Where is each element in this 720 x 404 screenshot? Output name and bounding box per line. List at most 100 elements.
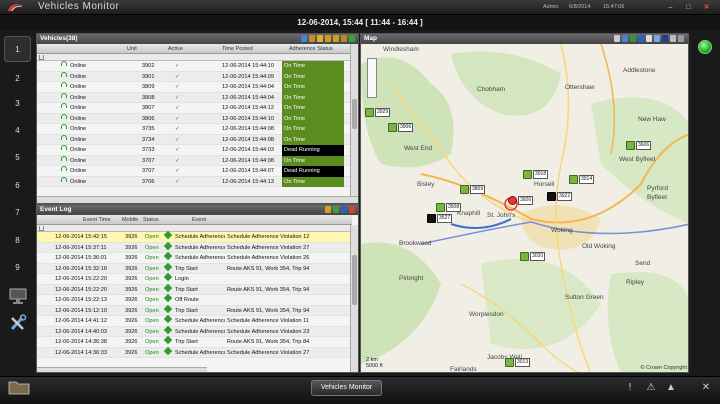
event-row[interactable]: 12-06-2014 14:36:33 3926 Open Schedule Adhe…	[37, 346, 352, 358]
event-time: 12-06-2014 15:42:15	[55, 234, 107, 240]
event-filter-row[interactable]	[37, 225, 352, 232]
map-route-icon[interactable]	[630, 35, 636, 42]
vehicle-row[interactable]: Online 3902 ✓ 12-06-2014 15:44:10 On Time	[37, 61, 352, 72]
event-row[interactable]: 12-06-2014 15:42:15 3926 Open Schedule Adhe…	[37, 230, 352, 243]
event-row[interactable]: 12-06-2014 15:22:20 3926 Open Login	[37, 272, 352, 285]
event-horizontal-scrollbar[interactable]	[37, 367, 207, 372]
map-center-icon[interactable]	[662, 35, 668, 42]
close-button[interactable]: ✕	[702, 3, 711, 12]
event-row[interactable]: 12-06-2014 14:41:12 3926 Open Schedule Adhe…	[37, 314, 352, 327]
settings-tools-icon[interactable]: ✕	[700, 381, 712, 394]
monitor-icon[interactable]	[8, 287, 28, 305]
vehicle-row[interactable]: Online 3807 ✓ 12-06-2014 15:44:12 On Time	[37, 103, 352, 114]
vehicle-row[interactable]: Online 3808 ✓ 12-06-2014 15:44:04 On Time	[37, 92, 352, 103]
event-row[interactable]: 12-06-2014 15:22:13 3926 Open Off Route	[37, 293, 352, 306]
vehicles-horizontal-scrollbar[interactable]	[37, 196, 358, 203]
event-log-scrollbar[interactable]	[350, 225, 358, 372]
map-zoom-control[interactable]	[367, 58, 377, 98]
event-mobile: 3926	[125, 244, 138, 251]
filter-funnel-icon[interactable]	[39, 55, 44, 60]
vehicle-row[interactable]: Online 3707 ✓ 12-06-2014 15:44:07 Dead Runni…	[37, 166, 352, 177]
event-time: 12-06-2014 15:32:18	[55, 265, 107, 272]
vehicle-time-posted: 12-06-2014 15:44:04	[222, 84, 274, 90]
workspace-5-button[interactable]: 5	[0, 145, 35, 171]
column-active[interactable]: Active	[168, 44, 183, 54]
column-status[interactable]: Status	[143, 215, 159, 225]
event-mobile: 3926	[125, 297, 138, 303]
vehicle-row[interactable]: Online 3809 ✓ 12-06-2014 15:44:04 On Time	[37, 82, 352, 93]
event-detail: Route AKS 91, Work 354, Trip 94	[227, 265, 310, 272]
tools-icon[interactable]	[8, 314, 28, 332]
vehicles-monitor-task-button[interactable]: Vehicles Monitor	[311, 380, 382, 396]
column-event[interactable]: Event	[192, 215, 206, 225]
sort-icon[interactable]	[309, 35, 315, 42]
filter-icon[interactable]	[349, 35, 355, 42]
current-time: 15:47:06	[603, 4, 625, 10]
event-sort-icon[interactable]	[325, 206, 331, 213]
workspace-7-button[interactable]: 7	[0, 200, 35, 226]
vehicle-row[interactable]: Online 3806 ✓ 12-06-2014 15:44:10 On Time	[37, 113, 352, 124]
vehicle-adherence-status: Dead Running	[282, 145, 344, 156]
folder-icon[interactable]	[8, 379, 30, 395]
alert-icon[interactable]: !	[624, 381, 636, 394]
columns-icon[interactable]	[333, 35, 339, 42]
map-options-icon[interactable]	[678, 35, 684, 42]
vehicle-time-posted: 12-06-2014 15:44:08	[222, 136, 274, 143]
vehicles-scroll-thumb[interactable]	[352, 99, 357, 129]
refresh-icon[interactable]	[301, 35, 307, 42]
vehicle-row[interactable]: Online 3733 ✓ 12-06-2014 15:44:03 Dead Runni…	[37, 145, 352, 156]
workspace-3-button[interactable]: 3	[0, 91, 35, 117]
vehicles-filter-row[interactable]	[37, 54, 352, 61]
map-canvas[interactable]: Windlesham Chobham Ottershaw Addlestone …	[361, 44, 688, 372]
map-title: Map	[364, 35, 377, 42]
workspace-8-button[interactable]: 8	[0, 228, 35, 254]
export-icon[interactable]	[325, 35, 331, 42]
vehicle-time-posted: 12-06-2014 15:44:10	[222, 115, 274, 122]
map-print-icon[interactable]	[670, 35, 676, 42]
event-row[interactable]: 12-06-2014 15:12:10 3926 Open Trip Start Rou…	[37, 304, 352, 316]
column-time-posted[interactable]: Time Posted	[222, 44, 253, 54]
place-label: Ripley	[626, 279, 645, 286]
vehicle-row[interactable]: Online 3734 ✓ 12-06-2014 15:44:08 On Time	[37, 134, 352, 145]
vehicle-row[interactable]: Online 3706 ✓ 12-06-2014 15:44:13 On Time	[37, 176, 352, 187]
column-event-time[interactable]: Event Time	[83, 215, 111, 225]
minimize-button[interactable]: –	[666, 3, 675, 12]
event-row[interactable]: 12-06-2014 15:22:20 3926 Open Trip Start Rou…	[37, 283, 352, 295]
vehicle-active-check: ✓	[175, 84, 180, 90]
warning-icon[interactable]: ▲	[665, 381, 677, 394]
map-pan-icon[interactable]	[614, 35, 620, 42]
event-row[interactable]: 12-06-2014 15:32:18 3926 Open Trip Start Rou…	[37, 262, 352, 274]
connection-globe-icon[interactable]	[698, 40, 712, 54]
event-filter-icon[interactable]	[333, 206, 339, 213]
event-row[interactable]: 12-06-2014 15:37:11 3926 Open Schedule Adhe…	[37, 241, 352, 253]
event-scroll-thumb[interactable]	[352, 255, 357, 305]
event-row[interactable]: 12-06-2014 14:36:38 3926 Open Trip Start Rou…	[37, 335, 352, 348]
event-detail: Route AKS 91, Work 354, Trip 94	[227, 307, 310, 314]
map-select-icon[interactable]	[654, 35, 660, 42]
event-row[interactable]: 12-06-2014 15:36:01 3926 Open Schedule Adhe…	[37, 251, 352, 264]
workspace-9-button[interactable]: 9	[0, 255, 35, 281]
vehicles-scrollbar[interactable]	[350, 44, 358, 197]
group-icon[interactable]	[317, 35, 323, 42]
column-unit[interactable]: Unit	[127, 44, 137, 54]
notification-icon[interactable]: ⚠	[645, 381, 657, 394]
vehicle-row[interactable]: Online 3707 ✓ 12-06-2014 15:44:08 On Time	[37, 155, 352, 166]
column-adherence-status[interactable]: Adherence Status	[289, 44, 333, 54]
event-filter-funnel-icon[interactable]	[39, 226, 44, 231]
vehicle-row[interactable]: Online 3901 ✓ 12-06-2014 15:44:09 On Time	[37, 71, 352, 82]
maximize-button[interactable]: □	[684, 3, 693, 12]
workspace-4-button[interactable]: 4	[0, 118, 35, 144]
workspace-2-button[interactable]: 2	[0, 66, 35, 92]
map-zoom-icon[interactable]	[638, 35, 644, 42]
settings-icon[interactable]	[341, 35, 347, 42]
event-clear-icon[interactable]	[349, 206, 355, 213]
column-mobile[interactable]: Mobile	[122, 215, 138, 225]
map-measure-icon[interactable]	[646, 35, 652, 42]
workspace-1-button[interactable]: 1	[4, 36, 31, 62]
map-layer-icon[interactable]	[622, 35, 628, 42]
event-flag-icon[interactable]	[341, 206, 347, 213]
vehicle-row[interactable]: Online 3735 ✓ 12-06-2014 15:44:08 On Time	[37, 124, 352, 135]
workspace-6-button[interactable]: 6	[0, 173, 35, 199]
event-row[interactable]: 12-06-2014 14:40:03 3926 Open Schedule Adhe…	[37, 325, 352, 337]
place-label: Brookwood	[399, 240, 432, 247]
